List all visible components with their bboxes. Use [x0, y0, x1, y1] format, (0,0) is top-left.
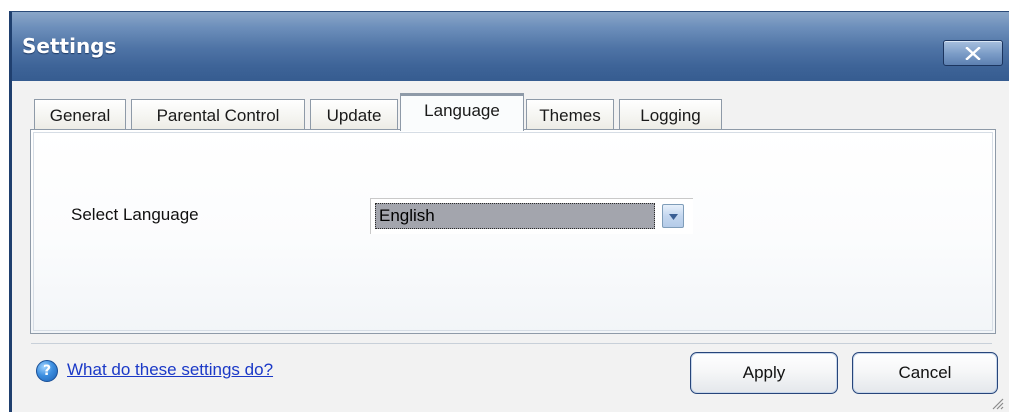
footer-divider — [31, 343, 992, 344]
title-bar[interactable]: Settings — [12, 12, 1009, 81]
close-button[interactable] — [943, 40, 1003, 66]
resize-grip-icon[interactable] — [990, 396, 1004, 410]
tab-general[interactable]: General — [34, 99, 126, 130]
select-language-label: Select Language — [71, 205, 199, 224]
apply-button[interactable]: Apply — [690, 352, 838, 394]
help-icon[interactable]: ? — [36, 360, 58, 382]
tab-language[interactable]: Language — [400, 93, 524, 131]
tab-update[interactable]: Update — [310, 99, 398, 130]
settings-dialog: Settings General Parental Control Update… — [9, 11, 1009, 412]
help-link[interactable]: What do these settings do? — [67, 360, 273, 380]
language-panel: Select Language English — [30, 129, 996, 334]
tab-parental-control[interactable]: Parental Control — [131, 99, 305, 130]
close-icon — [965, 47, 981, 60]
language-selected-value[interactable]: English — [375, 203, 655, 229]
cancel-button[interactable]: Cancel — [852, 352, 998, 394]
language-dropdown[interactable]: English — [370, 198, 693, 234]
chevron-down-icon — [669, 214, 678, 220]
dialog-body: General Parental Control Update Language… — [12, 81, 1009, 412]
window-title: Settings — [22, 34, 117, 58]
tab-logging[interactable]: Logging — [619, 99, 722, 130]
tab-themes[interactable]: Themes — [526, 99, 614, 130]
dropdown-button[interactable] — [662, 204, 684, 228]
